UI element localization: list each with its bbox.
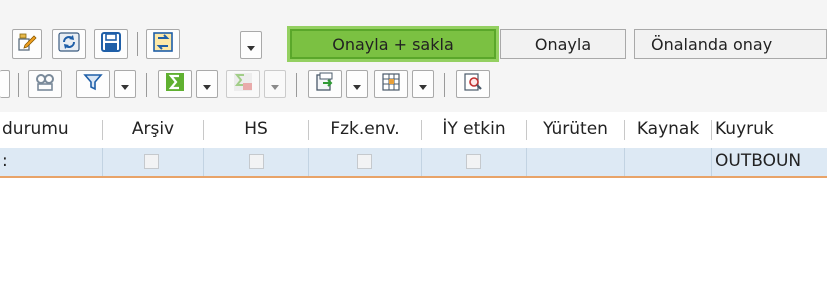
column-header-arsiv[interactable]: Arşiv: [103, 112, 203, 146]
approve-and-save-label: Onayla + sakla: [332, 34, 454, 54]
transfer-icon: [152, 31, 174, 57]
export-icon: [314, 71, 336, 97]
column-divider[interactable]: [711, 120, 712, 140]
status-cell: :: [2, 151, 8, 171]
column-header-durumu[interactable]: durumu: [0, 112, 100, 146]
column-header-kuyruk[interactable]: Kuyruk: [713, 112, 827, 146]
grid-toolbar-button-partial[interactable]: [0, 70, 10, 98]
layout-dropdown[interactable]: [412, 70, 434, 98]
edit-object-button[interactable]: [12, 29, 42, 59]
chevron-down-icon: [271, 85, 279, 90]
chevron-down-icon: [247, 46, 255, 51]
application-toolbar: Onayla + sakla Onayla Önalanda onay: [0, 0, 827, 70]
column-header-label: İY etkin: [442, 119, 506, 139]
toolbar-separator: [18, 73, 19, 97]
column-header-label: Kuyruk: [715, 119, 774, 139]
save-icon: [100, 31, 122, 57]
arsiv-checkbox[interactable]: [144, 154, 159, 169]
column-header-label: Kaynak: [636, 119, 700, 139]
sum-icon: [164, 71, 186, 97]
column-header-hs[interactable]: HS: [204, 112, 308, 146]
toolbar-more-dropdown[interactable]: [240, 31, 262, 59]
table-row[interactable]: : OUTBOUN: [0, 148, 827, 178]
column-header-label: durumu: [2, 119, 69, 139]
column-header-label: Yürüten: [543, 119, 608, 139]
column-header-kaynak[interactable]: Kaynak: [625, 112, 711, 146]
toolbar-separator: [137, 32, 138, 56]
edit-object-icon: [16, 31, 38, 57]
column-header-label: Arşiv: [131, 119, 175, 139]
sum-dropdown[interactable]: [196, 70, 218, 98]
find-icon: [462, 71, 484, 97]
refresh-button[interactable]: [52, 29, 86, 59]
pre-approve-button[interactable]: Önalanda onay: [634, 29, 827, 59]
details-icon: [34, 71, 56, 97]
filter-icon: [82, 71, 104, 97]
iy-etkin-checkbox[interactable]: [466, 154, 481, 169]
column-header-fzk-env[interactable]: Fzk.env.: [309, 112, 421, 146]
approve-label: Onayla: [534, 34, 592, 54]
layout-icon: [380, 71, 402, 97]
save-button[interactable]: [94, 29, 128, 59]
subtotal-button[interactable]: [226, 70, 260, 98]
toolbar-separator: [146, 73, 147, 97]
column-header-yuruten[interactable]: Yürüten: [527, 112, 624, 146]
cell-divider: [526, 148, 527, 176]
approve-and-save-button[interactable]: Onayla + sakla: [290, 29, 496, 59]
cell-divider: [711, 148, 712, 176]
cell-divider: [203, 148, 204, 176]
cell-divider: [624, 148, 625, 176]
cell-divider: [308, 148, 309, 176]
transfer-button[interactable]: [146, 29, 180, 59]
export-button[interactable]: [308, 70, 342, 98]
export-dropdown[interactable]: [346, 70, 368, 98]
approve-button[interactable]: Onayla: [500, 29, 626, 59]
grid-toolbar: [0, 70, 827, 112]
column-header-label: HS: [244, 119, 268, 139]
chevron-down-icon: [353, 85, 361, 90]
hs-checkbox[interactable]: [249, 154, 264, 169]
layout-button[interactable]: [374, 70, 408, 98]
fzk-env-checkbox[interactable]: [357, 154, 372, 169]
kuyruk-cell: OUTBOUN: [715, 151, 802, 171]
cell-divider: [102, 148, 103, 176]
chevron-down-icon: [203, 85, 211, 90]
cell-divider: [421, 148, 422, 176]
pre-approve-label: Önalanda onay: [651, 34, 773, 54]
grid-header: durumu Arşiv HS Fzk.env. İY etkin Yürüte…: [0, 112, 827, 146]
refresh-icon: [57, 31, 81, 57]
details-button[interactable]: [28, 70, 62, 98]
toolbar-separator: [296, 73, 297, 97]
find-button[interactable]: [456, 70, 490, 98]
column-header-iy-etkin[interactable]: İY etkin: [422, 112, 526, 146]
toolbar-separator: [444, 73, 445, 97]
subtotal-dropdown[interactable]: [264, 70, 286, 98]
sum-button[interactable]: [158, 70, 192, 98]
filter-dropdown[interactable]: [114, 70, 136, 98]
chevron-down-icon: [419, 85, 427, 90]
filter-button[interactable]: [76, 70, 110, 98]
column-header-label: Fzk.env.: [330, 119, 400, 139]
chevron-down-icon: [121, 85, 129, 90]
subtotal-icon: [232, 71, 254, 97]
